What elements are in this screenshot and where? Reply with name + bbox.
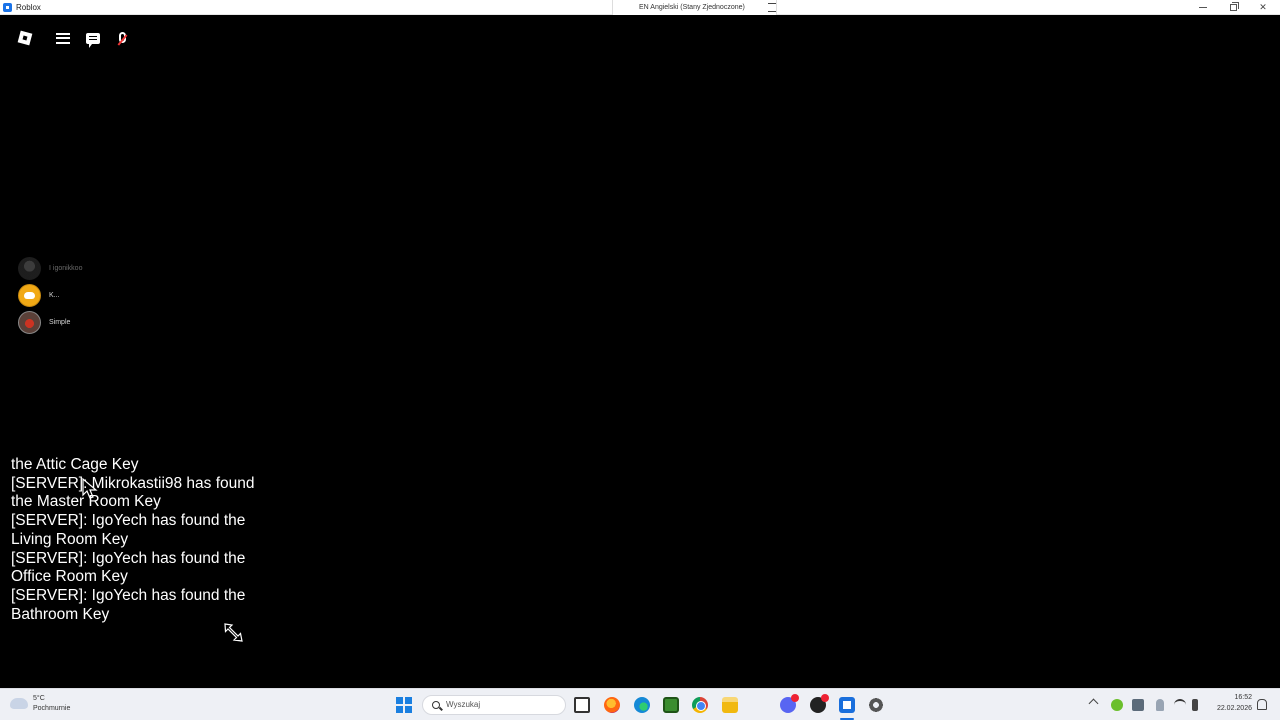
chat-line: [SERVER]: IgoYech has found the [11, 512, 246, 530]
start-button[interactable] [396, 697, 412, 713]
resize-cursor-icon [224, 623, 243, 642]
avatar [18, 310, 41, 334]
chat-line: Bathroom Key [11, 605, 110, 623]
language-indicator[interactable]: EN Angielski (Stany Zjednoczone) [612, 0, 777, 15]
microphone-toggle-button[interactable] [107, 23, 137, 53]
microphone-muted-icon [118, 31, 126, 43]
voice-user-name: K... [49, 291, 60, 299]
weather-description: Pochmurnie [33, 705, 71, 712]
voice-user-name: Simple [49, 318, 71, 326]
search-placeholder: Wyszukaj [446, 700, 481, 709]
window-title: Roblox [16, 3, 41, 12]
roblox-menu-button[interactable] [10, 23, 40, 53]
notification-badge [821, 694, 829, 702]
close-icon: ✕ [1259, 2, 1267, 12]
task-view-icon[interactable] [574, 697, 590, 713]
voice-user[interactable]: K... [18, 283, 118, 307]
settings-icon[interactable] [868, 697, 884, 713]
taskbar-search-box[interactable]: Wyszukaj [422, 695, 566, 715]
chat-line: the Attic Cage Key [11, 456, 139, 473]
app-icon[interactable] [810, 694, 829, 713]
avatar [18, 283, 41, 307]
expand-icon[interactable] [768, 3, 776, 12]
wifi-icon[interactable] [1174, 699, 1186, 711]
clock-time: 16:52 [1234, 694, 1252, 701]
minecraft-icon[interactable] [663, 697, 679, 713]
microphone-icon[interactable] [1156, 699, 1164, 711]
roblox-icon[interactable] [839, 697, 855, 713]
close-button[interactable]: ✕ [1248, 0, 1278, 15]
windows-taskbar: 5°C Pochmurnie Wyszukaj 16:52 22.02.2026 [0, 688, 1280, 720]
chat-line: Living Room Key [11, 530, 129, 548]
mouse-cursor-icon [82, 477, 98, 499]
chat-line: [SERVER]: IgoYech has found the [11, 586, 246, 604]
roblox-topbar [10, 23, 138, 53]
firefox-icon[interactable] [604, 697, 620, 713]
notification-badge [791, 694, 799, 702]
chrome-icon[interactable] [692, 697, 708, 713]
cloud-icon [10, 698, 28, 709]
edge-icon[interactable] [634, 697, 650, 713]
windows-logo-icon [396, 706, 403, 713]
chat-icon [86, 32, 100, 48]
restore-icon [1229, 2, 1239, 12]
minimize-icon [1199, 7, 1207, 9]
roblox-app-icon [3, 3, 12, 12]
chat-line: the Master Room Key [11, 493, 161, 511]
clock-date: 22.02.2026 [1216, 705, 1252, 712]
discord-icon[interactable] [780, 694, 799, 713]
chat-toggle-button[interactable] [78, 23, 108, 53]
file-explorer-icon[interactable] [722, 697, 738, 713]
voice-user-name: I igonikkoo [49, 264, 83, 272]
weather-temperature: 5°C [33, 695, 45, 702]
windows-logo-icon [405, 706, 412, 713]
minimize-button[interactable] [1188, 0, 1218, 15]
hamburger-menu-button[interactable] [48, 23, 78, 53]
chat-line: [SERVER]: IgoYech has found the [11, 549, 246, 567]
windows-logo-icon [405, 697, 412, 704]
roblox-logo-icon [17, 30, 33, 46]
chevron-up-icon[interactable] [1088, 698, 1099, 709]
chat-log[interactable]: the Attic Cage Key [SERVER]: Mikrokastii… [11, 455, 311, 625]
restore-button[interactable] [1218, 0, 1248, 15]
voice-user[interactable]: Simple [18, 310, 118, 334]
volume-icon[interactable] [1192, 699, 1198, 711]
hamburger-menu-icon [56, 32, 70, 44]
avatar [18, 256, 41, 280]
notification-bell-icon[interactable] [1257, 699, 1267, 710]
chat-messages: the Attic Cage Key [SERVER]: Mikrokastii… [11, 456, 311, 624]
language-indicator-label: EN Angielski (Stany Zjednoczone) [639, 4, 745, 11]
chat-line: [SERVER]: Mikrokastii98 has found [11, 474, 255, 492]
voice-user[interactable]: I igonikkoo [18, 256, 118, 280]
chat-line: Office Room Key [11, 568, 128, 586]
search-icon [432, 701, 440, 709]
tray-app-icon[interactable] [1111, 699, 1123, 711]
windows-logo-icon [396, 697, 403, 704]
tray-app-icon[interactable] [1132, 699, 1144, 711]
window-titlebar[interactable]: Roblox EN Angielski (Stany Zjednoczone) … [0, 0, 1280, 15]
